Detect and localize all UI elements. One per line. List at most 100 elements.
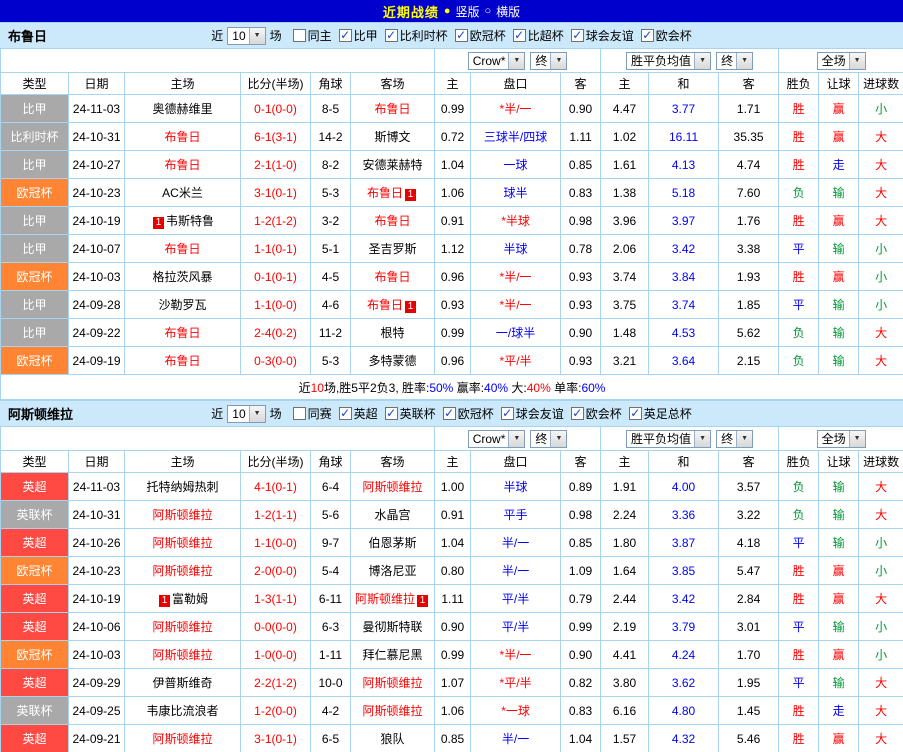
checkbox-checked-icon[interactable]: ✓ [640, 29, 654, 42]
scope-select[interactable]: 全场 ▼ [816, 51, 866, 70]
filter-checkbox-同赛[interactable]: 同赛 [292, 405, 332, 422]
final-odds-select[interactable]: 终 ▼ [716, 429, 754, 448]
team-name-link[interactable]: 富勒姆 [172, 592, 208, 606]
filter-checkbox-欧冠杯[interactable]: ✓ 欧冠杯 [454, 27, 506, 44]
avg-odds-select[interactable]: 胜平负均值 ▼ [626, 429, 712, 448]
summary-text: 近10场,胜5平2负3, 胜率:50% 赢率:40% 大:40% 单率:60% [0, 374, 903, 400]
team-name-link[interactable]: 水晶宫 [375, 508, 411, 522]
team-name-link[interactable]: 布鲁日 [164, 130, 200, 144]
team-name-link[interactable]: 格拉茨风暴 [152, 270, 212, 284]
checkbox-checked-icon[interactable]: ✓ [384, 29, 398, 42]
team-name-link[interactable]: 阿斯顿维拉 [152, 564, 212, 578]
team-name-link[interactable]: 阿斯顿维拉 [152, 732, 212, 746]
empty-cell [0, 48, 436, 73]
away-team-cell: 斯博文 [349, 122, 436, 151]
filter-checkbox-欧会杯[interactable]: ✓ 欧会杯 [640, 27, 692, 44]
team-name-link[interactable]: 韦康比流浪者 [146, 704, 218, 718]
team-name-link[interactable]: 多特蒙德 [369, 354, 417, 368]
checkbox-checked-icon[interactable]: ✓ [500, 407, 514, 420]
team-name-link[interactable]: 阿斯顿维拉 [152, 648, 212, 662]
team-name-link[interactable]: 斯博文 [375, 130, 411, 144]
team-name-link[interactable]: 曼彻斯特联 [363, 620, 423, 634]
team-name-link[interactable]: 韦斯特鲁 [166, 214, 214, 228]
team-name-link[interactable]: 阿斯顿维拉 [363, 480, 423, 494]
team-name-link[interactable]: 博洛尼亚 [369, 564, 417, 578]
final-odds-select[interactable]: 终 ▼ [530, 429, 568, 448]
horizontal-layout-radio[interactable]: 横版 [496, 3, 520, 20]
dropdown-arrow-icon: ▼ [848, 52, 865, 69]
ah-away-odds-cell: 0.79 [560, 584, 602, 613]
checkbox-unchecked-icon[interactable] [292, 407, 306, 420]
team-name-link[interactable]: 布鲁日 [367, 186, 403, 200]
team-name-link[interactable]: 沙勒罗瓦 [158, 298, 206, 312]
team-name-link[interactable]: 阿斯顿维拉 [152, 508, 212, 522]
team-name-link[interactable]: 根特 [381, 326, 405, 340]
vertical-layout-radio[interactable]: 竖版 [455, 3, 479, 20]
score-cell: 1-1(0-1) [240, 234, 311, 263]
team-name-link[interactable]: 安德莱赫特 [363, 158, 423, 172]
team-name-link[interactable]: 布鲁日 [164, 326, 200, 340]
team-name-link[interactable]: 阿斯顿维拉 [363, 704, 423, 718]
avg-odds-select[interactable]: 胜平负均值 ▼ [626, 51, 712, 70]
team-name-link[interactable]: 阿斯顿维拉 [355, 592, 415, 606]
filter-checkbox-比超杯[interactable]: ✓ 比超杯 [512, 27, 564, 44]
filter-checkbox-球会友谊[interactable]: ✓ 球会友谊 [500, 405, 564, 422]
eu-draw-odds-cell: 3.64 [648, 346, 720, 375]
games-count-select[interactable]: 10 ▼ [227, 404, 266, 423]
team-name-link[interactable]: 伊普斯维奇 [152, 676, 212, 690]
checkbox-checked-icon[interactable]: ✓ [338, 407, 352, 420]
team-name-link[interactable]: 托特纳姆热刺 [146, 480, 218, 494]
team-name-link[interactable]: 布鲁日 [375, 270, 411, 284]
final-odds-select[interactable]: 终 ▼ [716, 51, 754, 70]
eu-draw-odds-cell: 3.97 [648, 206, 720, 235]
checkbox-unchecked-icon[interactable] [292, 29, 306, 42]
filter-checkbox-比甲[interactable]: ✓ 比甲 [338, 27, 378, 44]
section-brugge: 布鲁日 近 10 ▼ 场 同主 ✓ 比甲 ✓ 比利时杯 ✓ 欧冠杯 ✓ 比超杯 ✓ 球会友谊 ✓ 欧会杯 … [0, 22, 903, 400]
team-name-link[interactable]: 奥德赫维里 [152, 102, 212, 116]
matches-table: Crow* ▼ 终 ▼ 胜平负均值 ▼ 终 ▼ 全场 ▼ 类型 日期 主场 比分… [0, 48, 903, 400]
team-name-link[interactable]: 伯恩茅斯 [369, 536, 417, 550]
checkbox-checked-icon[interactable]: ✓ [454, 29, 468, 42]
result-cell: 平 [778, 528, 820, 557]
filter-checkbox-比利时杯[interactable]: ✓ 比利时杯 [384, 27, 448, 44]
team-name-link[interactable]: AC米兰 [162, 186, 203, 200]
team-name-link[interactable]: 布鲁日 [164, 242, 200, 256]
filter-checkbox-球会友谊[interactable]: ✓ 球会友谊 [570, 27, 634, 44]
team-name-link[interactable]: 圣吉罗斯 [369, 242, 417, 256]
team-name-link[interactable]: 狼队 [381, 732, 405, 746]
odds-company-select[interactable]: Crow* ▼ [467, 51, 526, 70]
games-count-select[interactable]: 10 ▼ [227, 26, 266, 45]
odds-company-select[interactable]: Crow* ▼ [467, 429, 526, 448]
checkbox-checked-icon[interactable]: ✓ [384, 407, 398, 420]
team-name-link[interactable]: 布鲁日 [375, 102, 411, 116]
eu-home-odds-cell: 2.06 [600, 234, 650, 263]
checkbox-checked-icon[interactable]: ✓ [338, 29, 352, 42]
team-name-link[interactable]: 阿斯顿维拉 [152, 620, 212, 634]
eu-home-odds-cell: 3.75 [600, 290, 650, 319]
team-name-link[interactable]: 阿斯顿维拉 [363, 676, 423, 690]
team-name-link[interactable]: 布鲁日 [164, 158, 200, 172]
ah-line-cell: *平/半 [470, 668, 562, 697]
team-name-link[interactable]: 阿斯顿维拉 [152, 536, 212, 550]
filter-checkbox-欧会杯[interactable]: ✓ 欧会杯 [570, 405, 622, 422]
date-cell: 24-10-06 [68, 612, 125, 641]
checkbox-label: 同主 [307, 29, 332, 43]
team-name-link[interactable]: 拜仁慕尼黑 [363, 648, 423, 662]
team-name-link[interactable]: 布鲁日 [375, 214, 411, 228]
scope-select[interactable]: 全场 ▼ [816, 429, 866, 448]
final-odds-select[interactable]: 终 ▼ [530, 51, 568, 70]
goals-result-cell: 大 [858, 668, 903, 697]
filter-checkbox-英超[interactable]: ✓ 英超 [338, 405, 378, 422]
filter-checkbox-同主[interactable]: 同主 [292, 27, 332, 44]
checkbox-checked-icon[interactable]: ✓ [570, 29, 584, 42]
team-name-link[interactable]: 布鲁日 [367, 298, 403, 312]
filter-checkbox-欧冠杯[interactable]: ✓ 欧冠杯 [442, 405, 494, 422]
filter-checkbox-英足总杯[interactable]: ✓ 英足总杯 [628, 405, 692, 422]
filter-checkbox-英联杯[interactable]: ✓ 英联杯 [384, 405, 436, 422]
checkbox-checked-icon[interactable]: ✓ [512, 29, 526, 42]
checkbox-checked-icon[interactable]: ✓ [628, 407, 642, 420]
checkbox-checked-icon[interactable]: ✓ [570, 407, 584, 420]
team-name-link[interactable]: 布鲁日 [164, 354, 200, 368]
match-row: 比甲 24-09-28 沙勒罗瓦 1-1(0-0) 4-6 布鲁日 1 0.93 *半/一 0.9… [0, 290, 903, 319]
checkbox-checked-icon[interactable]: ✓ [442, 407, 456, 420]
